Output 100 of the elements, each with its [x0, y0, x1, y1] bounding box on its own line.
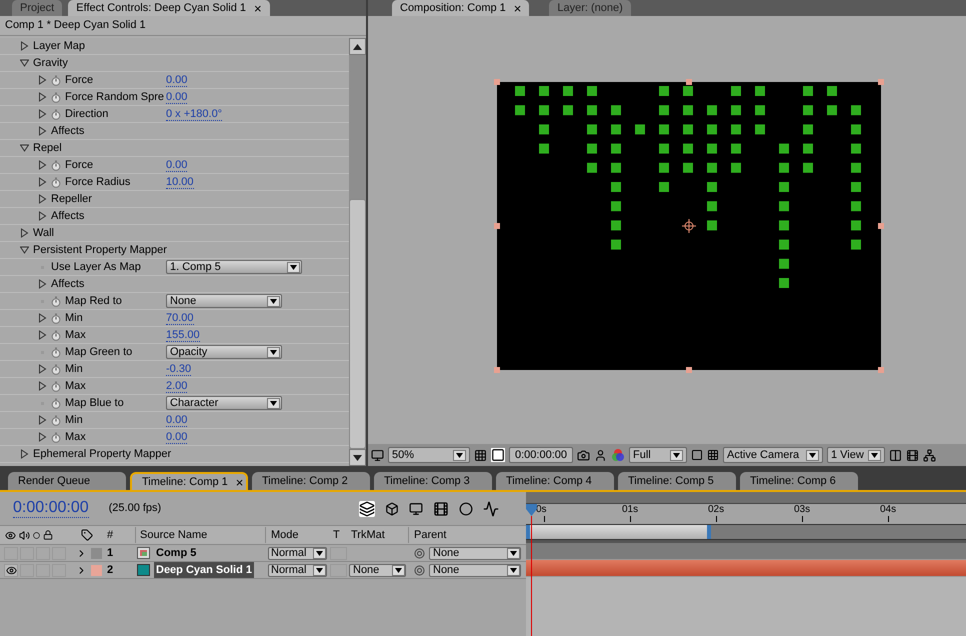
- property-value[interactable]: 10.00: [166, 176, 194, 188]
- timeline-tab[interactable]: Timeline: Comp 4: [496, 472, 614, 490]
- composition-icon[interactable]: [359, 500, 375, 516]
- property-value[interactable]: -0.30: [166, 362, 192, 376]
- close-icon[interactable]: ×: [254, 2, 262, 14]
- column-header[interactable]: TrkMat: [347, 526, 408, 544]
- scrollbar[interactable]: [349, 38, 366, 466]
- stopwatch-icon[interactable]: [51, 346, 61, 358]
- property-dropdown[interactable]: Character: [166, 396, 282, 410]
- mode-dropdown[interactable]: Normal: [268, 564, 327, 576]
- grid-icon[interactable]: [474, 448, 487, 462]
- track-matte-dropdown[interactable]: None: [349, 564, 406, 576]
- layer-name[interactable]: Comp 5: [154, 544, 198, 562]
- preview-icon[interactable]: [371, 448, 384, 462]
- stopwatch-icon[interactable]: [51, 364, 61, 374]
- work-area-track[interactable]: [526, 524, 966, 540]
- property-value[interactable]: 70.00: [166, 312, 194, 324]
- timeline-tab[interactable]: Timeline: Comp 1 ×: [130, 472, 248, 490]
- stopwatch-icon[interactable]: [51, 330, 61, 340]
- visibility-switch[interactable]: [4, 564, 18, 576]
- collapsed-triangle-icon[interactable]: [38, 381, 47, 391]
- label-icon[interactable]: [80, 529, 92, 541]
- collapsed-triangle-icon[interactable]: [38, 279, 47, 289]
- layer-row[interactable]: 2 Deep Cyan Solid 1 Normal None None: [0, 562, 526, 579]
- pick-whip-icon[interactable]: [414, 548, 425, 558]
- collapsed-triangle-icon[interactable]: [20, 41, 29, 51]
- layer-name[interactable]: Deep Cyan Solid 1: [154, 562, 254, 578]
- selection-handle[interactable]: [878, 79, 884, 85]
- property-dropdown[interactable]: 1. Comp 5: [166, 260, 302, 274]
- layout-icon[interactable]: [889, 448, 902, 462]
- parent-dropdown[interactable]: None: [429, 564, 521, 576]
- timeline-tab[interactable]: Timeline: Comp 6: [740, 472, 858, 490]
- collapsed-triangle-icon[interactable]: [20, 228, 29, 238]
- collapsed-triangle-icon[interactable]: [38, 313, 47, 323]
- camera-icon[interactable]: [577, 448, 590, 462]
- property-dropdown[interactable]: None: [166, 294, 282, 308]
- collapsed-triangle-icon[interactable]: [38, 160, 47, 170]
- expanded-triangle-icon[interactable]: [20, 245, 29, 255]
- region-icon[interactable]: [691, 449, 703, 461]
- box-icon[interactable]: [385, 502, 399, 516]
- close-icon[interactable]: ×: [236, 476, 244, 488]
- column-header[interactable]: #: [103, 526, 135, 544]
- column-header[interactable]: Parent: [408, 526, 525, 544]
- property-value[interactable]: 155.00: [166, 328, 200, 342]
- camera-dropdown[interactable]: Active Camera: [723, 447, 823, 463]
- eye-icon[interactable]: [5, 530, 16, 540]
- film-icon[interactable]: [906, 448, 919, 462]
- property-value[interactable]: 2.00: [166, 380, 188, 392]
- property-dropdown[interactable]: Opacity: [166, 345, 282, 359]
- selection-handle[interactable]: [878, 367, 884, 373]
- property-value[interactable]: 0 x +180.0°: [166, 108, 222, 120]
- selection-handle[interactable]: [494, 223, 500, 229]
- selection-handle[interactable]: [878, 223, 884, 229]
- stopwatch-icon[interactable]: [51, 108, 61, 120]
- column-header[interactable]: Mode: [265, 526, 330, 544]
- column-header[interactable]: Source Name: [135, 526, 265, 544]
- collapsed-triangle-icon[interactable]: [38, 330, 47, 340]
- scroll-up-icon[interactable]: [353, 44, 362, 50]
- time-field[interactable]: 0:00:00:00: [509, 447, 573, 463]
- stopwatch-icon[interactable]: [51, 74, 61, 86]
- collapsed-triangle-icon[interactable]: [38, 211, 47, 221]
- selection-handle[interactable]: [686, 367, 692, 373]
- property-value[interactable]: 0.00: [166, 158, 188, 172]
- view-layout-dropdown[interactable]: 1 View: [827, 447, 885, 463]
- pick-whip-icon[interactable]: [414, 564, 425, 576]
- expanded-triangle-icon[interactable]: [20, 58, 29, 68]
- expanded-triangle-icon[interactable]: [20, 143, 29, 153]
- draft-icon[interactable]: [409, 502, 423, 516]
- collapsed-triangle-icon[interactable]: [38, 109, 47, 119]
- collapsed-triangle-icon[interactable]: [38, 126, 47, 136]
- color-channels-icon[interactable]: [611, 448, 625, 462]
- collapsed-triangle-icon[interactable]: [38, 92, 47, 102]
- collapsed-triangle-icon[interactable]: [38, 194, 47, 204]
- work-area-bar[interactable]: [526, 525, 711, 539]
- selection-handle[interactable]: [494, 367, 500, 373]
- film-icon[interactable]: [433, 500, 449, 516]
- stopwatch-icon[interactable]: [51, 432, 61, 442]
- person-icon[interactable]: [594, 448, 607, 462]
- layer-row[interactable]: 1 Comp 5 Normal None: [0, 545, 526, 562]
- timeline-tab[interactable]: Render Queue: [8, 472, 126, 490]
- motion-blur-icon[interactable]: [459, 502, 473, 516]
- stopwatch-icon[interactable]: [51, 312, 61, 324]
- stopwatch-icon[interactable]: [51, 414, 61, 426]
- resolution-dropdown[interactable]: Full: [629, 447, 687, 463]
- anchor-point-icon[interactable]: [682, 219, 696, 233]
- collapsed-triangle-icon[interactable]: [20, 449, 29, 459]
- stopwatch-icon[interactable]: [51, 398, 61, 408]
- stopwatch-icon[interactable]: [51, 92, 61, 102]
- label-color-swatch[interactable]: [91, 564, 102, 576]
- label-color-swatch[interactable]: [91, 548, 102, 558]
- panel-tab[interactable]: Composition: Comp 1 ×: [392, 0, 530, 16]
- stopwatch-icon[interactable]: [51, 176, 61, 188]
- parent-dropdown[interactable]: None: [429, 546, 521, 560]
- selection-handle[interactable]: [494, 79, 500, 85]
- timeline-tab[interactable]: Timeline: Comp 5: [618, 472, 736, 490]
- collapsed-triangle-icon[interactable]: [38, 177, 47, 187]
- flowchart-icon[interactable]: [923, 448, 936, 462]
- solo-icon[interactable]: [33, 532, 40, 538]
- close-icon[interactable]: ×: [514, 2, 522, 14]
- collapsed-triangle-icon[interactable]: [38, 415, 47, 425]
